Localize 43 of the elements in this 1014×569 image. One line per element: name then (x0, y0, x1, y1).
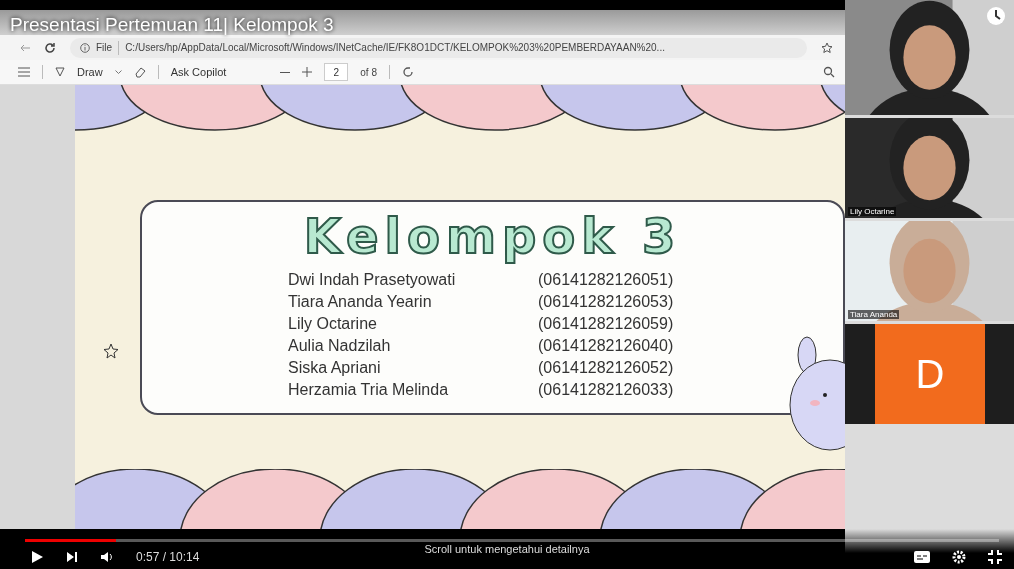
star-icon[interactable] (821, 41, 833, 54)
member-name: Siska Apriani (288, 358, 382, 378)
exit-fullscreen-button[interactable] (988, 550, 1002, 564)
participant-name: Tiara Ananda (848, 310, 900, 319)
member-name: Lily Octarine (288, 314, 378, 334)
ask-copilot-button[interactable]: Ask Copilot (170, 66, 227, 78)
draw-button[interactable]: Draw (77, 66, 103, 78)
member-name: Aulia Nadzilah (288, 336, 392, 356)
draw-icon[interactable] (55, 67, 65, 77)
reload-icon[interactable] (44, 41, 56, 54)
star-drawing (103, 343, 119, 359)
eraser-icon[interactable] (133, 66, 146, 78)
settings-button[interactable] (952, 550, 966, 564)
play-button[interactable] (30, 550, 44, 564)
back-arrow-icon[interactable] (20, 43, 30, 52)
video-title: Presentasi Pertemuan 11| Kelompok 3 (10, 14, 334, 36)
captions-button[interactable] (914, 551, 930, 563)
member-id: (06141282126052) (538, 358, 674, 378)
member-id: (06141282126033) (538, 380, 674, 400)
member-id: (06141282126051) (538, 270, 674, 290)
next-button[interactable] (66, 551, 78, 563)
progress-track[interactable] (25, 539, 999, 542)
participant-name: Lily Octarine (848, 207, 897, 216)
clock-icon[interactable] (986, 6, 1006, 26)
member-name: Herzamia Tria Melinda (288, 380, 450, 400)
caret-icon[interactable] (114, 69, 122, 75)
rotate-icon[interactable] (402, 66, 414, 78)
page-total: of 8 (360, 66, 377, 78)
page-number-field[interactable]: 2 (324, 63, 349, 81)
member-name: Tiara Ananda Yearin (288, 292, 433, 312)
member-id: (06141282126040) (538, 336, 674, 356)
info-icon (80, 42, 90, 53)
zoom-out-icon[interactable] (280, 70, 291, 74)
search-icon[interactable] (823, 66, 835, 78)
video-time: 0:57 / 10:14 (136, 550, 200, 564)
scroll-hint: Scroll untuk mengetahui detailnya (424, 543, 590, 555)
volume-button[interactable] (100, 551, 114, 563)
member-id: (06141282126059) (538, 314, 674, 334)
member-name: Dwi Indah Prasetyowati (288, 270, 457, 290)
member-id: (06141282126053) (538, 292, 674, 312)
participant-avatar: D (875, 324, 985, 424)
address-field[interactable]: File C:/Users/hp/AppData/Local/Microsoft/Windows/INetCache/IE/FK8O1DCT/KELOMPOK%203%20PEMBERDAYAAN%20... (70, 37, 807, 58)
zoom-in-icon[interactable] (302, 67, 313, 77)
